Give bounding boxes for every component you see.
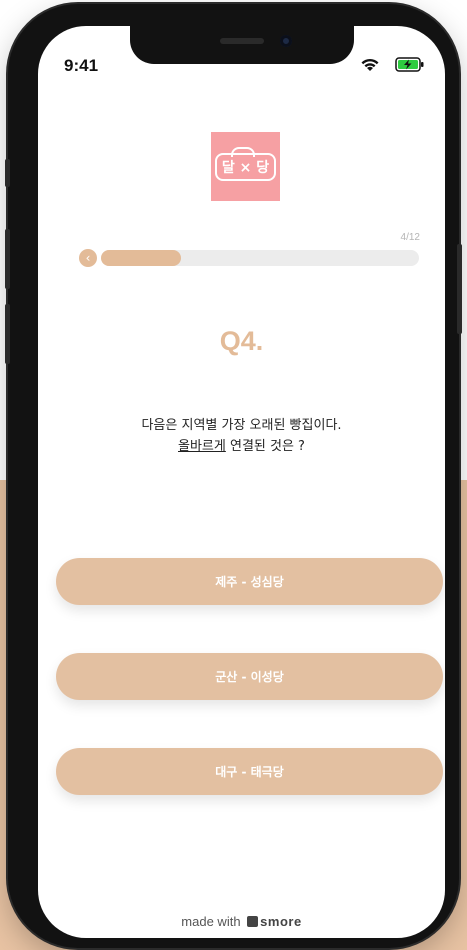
question-emphasis: 올바르게	[178, 439, 226, 454]
progress-fill	[101, 250, 181, 266]
logo-text: 달 × 당	[214, 146, 277, 181]
answer-button-3[interactable]: 대구 - 태극당	[56, 748, 443, 795]
app-logo: 달 × 당	[211, 132, 280, 201]
wifi-icon	[361, 58, 379, 71]
mute-switch	[5, 159, 10, 187]
volume-up-button	[5, 229, 10, 289]
notch	[130, 26, 354, 64]
question-text: 다음은 지역별 가장 오래된 빵집이다. 올바르게 연결된 것은 ?	[38, 415, 445, 457]
phone-frame: 9:41 달 × 당 4/12 ‹ Q4. 다음은 지역별 가장 오래된 빵집이…	[5, 4, 462, 948]
smore-logo-icon	[247, 916, 259, 927]
footer-credit[interactable]: made with smore	[38, 914, 445, 929]
question-number: Q4.	[219, 326, 264, 356]
footer-prefix: made with	[181, 914, 245, 929]
screen: 9:41 달 × 당 4/12 ‹ Q4. 다음은 지역별 가장 오래된 빵집이…	[38, 26, 445, 938]
answer-button-2[interactable]: 군산 - 이성당	[56, 653, 443, 700]
question-line-1: 다음은 지역별 가장 오래된 빵집이다.	[141, 418, 342, 433]
chevron-left-icon: ‹	[85, 251, 91, 265]
speaker	[220, 38, 264, 44]
battery-charging-icon	[395, 57, 424, 72]
camera	[280, 35, 292, 47]
question-line-2: 올바르게 연결된 것은 ?	[38, 436, 445, 457]
question-line-2-rest: 연결된 것은 ?	[225, 439, 305, 454]
volume-down-button	[5, 304, 10, 364]
footer-brand: smore	[260, 914, 302, 929]
power-button	[457, 244, 462, 334]
answer-button-1[interactable]: 제주 - 성심당	[56, 558, 443, 605]
progress-track	[101, 250, 419, 266]
status-time: 9:41	[64, 56, 99, 75]
progress-count: 4/12	[400, 232, 420, 243]
back-button[interactable]: ‹	[79, 249, 97, 267]
